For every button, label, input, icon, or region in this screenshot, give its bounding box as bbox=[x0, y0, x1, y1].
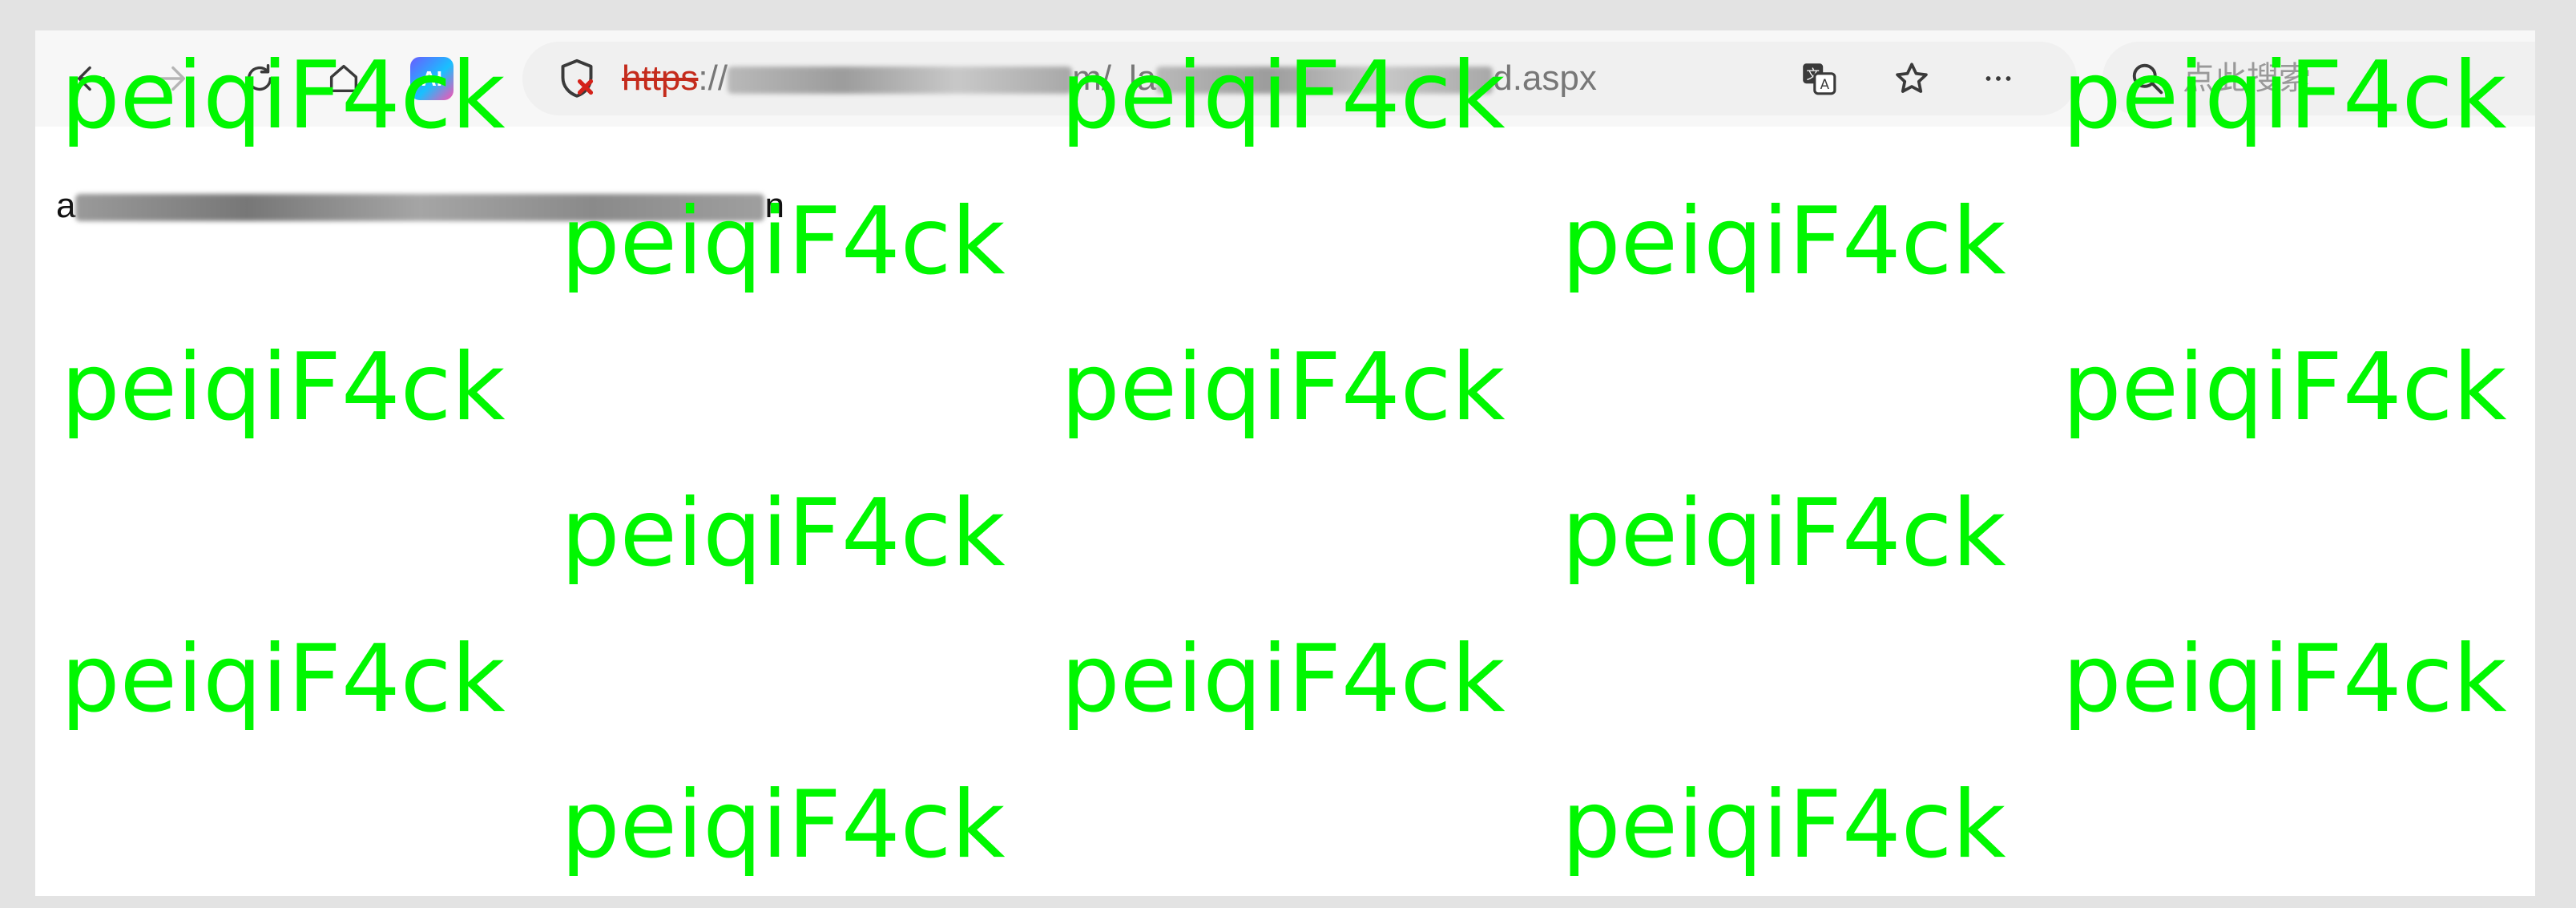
more-button[interactable] bbox=[1976, 56, 2021, 101]
url-path-end: d.aspx bbox=[1493, 59, 1597, 98]
home-icon bbox=[329, 64, 358, 93]
svg-text:A: A bbox=[1820, 77, 1830, 92]
url-host-end: m/ bbox=[1072, 59, 1111, 98]
refresh-icon bbox=[247, 63, 272, 91]
redacted-url-path bbox=[1156, 67, 1494, 95]
redacted-url-host bbox=[728, 67, 1073, 95]
message-start: a bbox=[56, 186, 76, 225]
ai-icon: AI bbox=[410, 57, 454, 100]
browser-window: AI https:// m/la d.aspx 文 A 点此搜索 a n bbox=[35, 30, 2535, 896]
permission-message: an bbox=[56, 186, 784, 226]
home-button[interactable] bbox=[320, 54, 368, 103]
ai-assistant-button[interactable]: AI bbox=[408, 54, 456, 103]
forward-button[interactable] bbox=[147, 54, 196, 103]
star-icon bbox=[1896, 63, 1928, 93]
url-separator: :// bbox=[698, 59, 728, 98]
page-content: an bbox=[35, 127, 2535, 896]
message-end: n bbox=[764, 186, 784, 225]
search-box[interactable] bbox=[2102, 42, 2535, 115]
refresh-button[interactable] bbox=[236, 54, 284, 103]
forward-arrow-icon bbox=[157, 66, 186, 91]
favorite-button[interactable] bbox=[1889, 56, 1934, 101]
not-secure-shield-icon bbox=[561, 59, 594, 98]
back-button[interactable] bbox=[67, 54, 115, 103]
address-bar[interactable]: https:// m/la d.aspx 文 A bbox=[522, 42, 2077, 115]
more-icon bbox=[1985, 76, 2011, 81]
search-input[interactable] bbox=[2183, 42, 2503, 115]
back-arrow-icon bbox=[77, 66, 106, 91]
translate-icon: 文 A bbox=[1803, 63, 1836, 95]
search-icon bbox=[2132, 63, 2163, 95]
site-info-button[interactable] bbox=[554, 56, 599, 101]
url-text[interactable]: https:// m/la d.aspx bbox=[622, 42, 1597, 115]
redacted-message bbox=[75, 194, 765, 222]
url-path-start: la bbox=[1128, 59, 1157, 98]
translate-button[interactable]: 文 A bbox=[1796, 56, 1841, 101]
browser-toolbar: AI https:// m/la d.aspx 文 A bbox=[35, 30, 2535, 127]
url-scheme: https bbox=[622, 59, 699, 98]
